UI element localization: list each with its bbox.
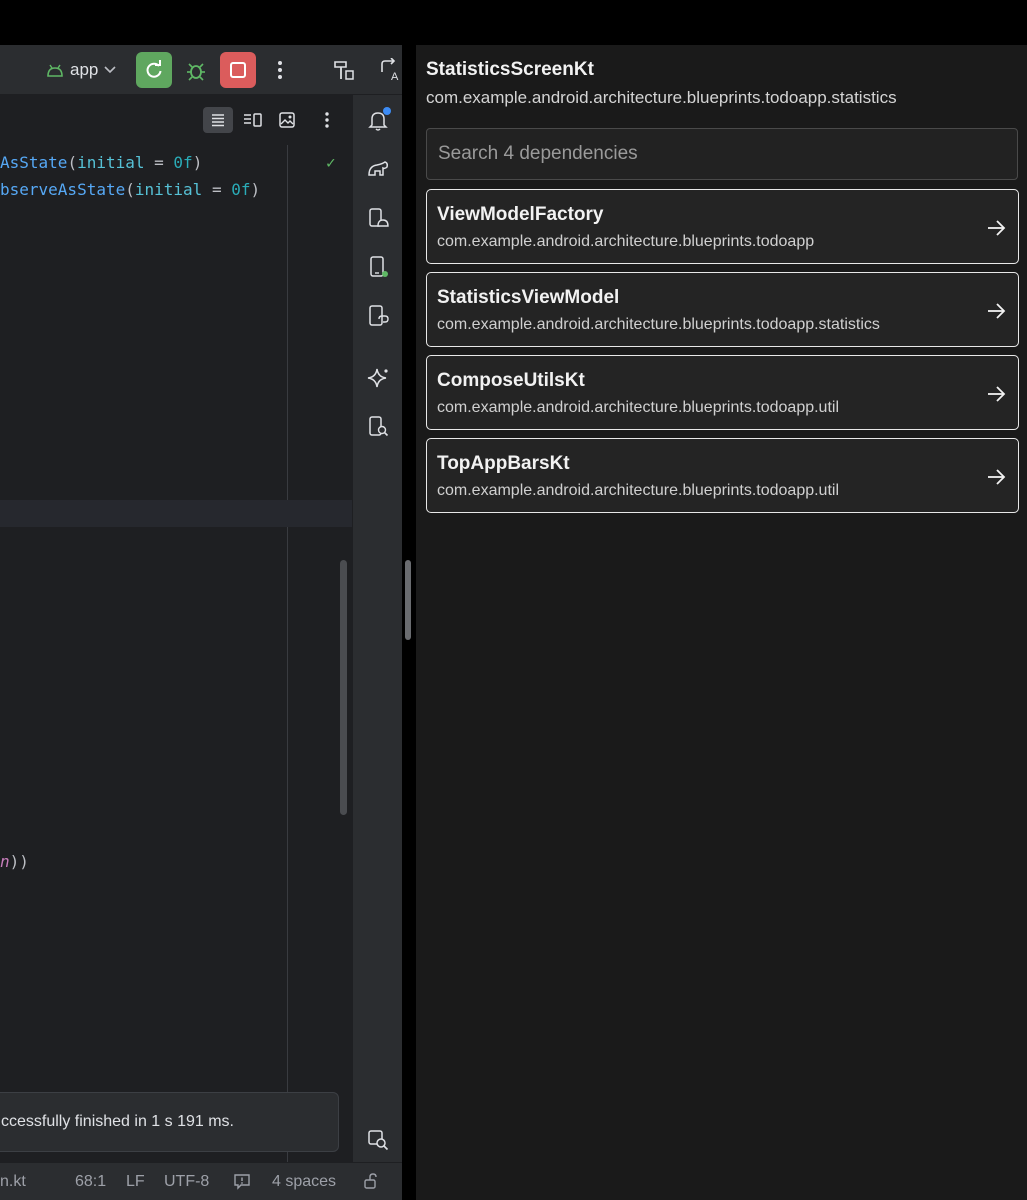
running-device-icon — [370, 256, 388, 277]
notification-text: ccessfully finished in 1 s 191 ms. — [1, 1113, 234, 1130]
dependency-item[interactable]: ViewModelFactory com.example.android.arc… — [426, 189, 1019, 264]
inspect-device-icon — [369, 416, 389, 437]
dependency-item[interactable]: StatisticsViewModel com.example.android.… — [426, 272, 1019, 347]
device-manager-icon — [369, 208, 389, 227]
more-actions-button[interactable] — [262, 52, 298, 88]
status-indent[interactable]: 4 spaces — [272, 1173, 336, 1191]
code-view-button[interactable] — [203, 107, 233, 133]
unread-dot — [383, 107, 391, 115]
no-problems-check-icon: ✓ — [326, 153, 336, 172]
lines-icon — [212, 114, 224, 127]
dependency-search-input[interactable]: Search 4 dependencies — [426, 128, 1018, 180]
running-devices-tool-button[interactable] — [365, 254, 391, 280]
status-line-separator[interactable]: LF — [126, 1173, 145, 1191]
gradle-tool-button[interactable] — [365, 156, 391, 182]
editor-scrollbar[interactable] — [340, 560, 347, 815]
right-margin-guide — [287, 145, 288, 1195]
dependency-package: com.example.android.architecture.bluepri… — [437, 233, 815, 250]
build-button[interactable] — [326, 52, 362, 88]
app-inspection-tool-button[interactable] — [365, 414, 391, 440]
image-icon — [279, 112, 295, 128]
stop-button[interactable] — [220, 52, 256, 88]
notifications-tool-button[interactable] — [365, 107, 391, 133]
code-line: AsState(initial = 0f) — [0, 153, 203, 172]
dependencies-panel: StatisticsScreenKt com.example.android.a… — [416, 45, 1027, 1200]
dependency-name: ViewModelFactory — [437, 204, 604, 225]
window-top-bar — [0, 0, 1027, 45]
split-view-icon — [244, 113, 262, 127]
dependency-name: ComposeUtilsKt — [437, 370, 585, 391]
android-icon — [47, 64, 63, 77]
main-toolbar: app A — [0, 45, 402, 95]
editor-header — [0, 95, 352, 145]
gradle-elephant-icon — [368, 161, 388, 176]
status-bar: n.kt 68:1 LF UTF-8 4 spaces — [0, 1162, 402, 1200]
design-view-button[interactable] — [272, 107, 302, 133]
code-line: bserveAsState(initial = 0f) — [0, 180, 261, 199]
rerun-icon — [146, 60, 162, 78]
hammer-icon — [334, 61, 354, 80]
run-configuration-selector[interactable]: app — [46, 57, 116, 83]
sparkle-icon — [367, 368, 388, 388]
code-line: n)) — [0, 852, 29, 871]
more-vertical-icon — [278, 61, 282, 79]
dependency-package: com.example.android.architecture.bluepri… — [437, 316, 880, 333]
device-link-icon — [369, 305, 389, 326]
debug-button[interactable] — [178, 52, 214, 88]
arrow-right-icon — [988, 386, 1006, 402]
svg-text:A: A — [391, 71, 399, 82]
bug-icon — [187, 63, 205, 81]
status-encoding[interactable]: UTF-8 — [164, 1173, 209, 1191]
lock-icon[interactable] — [362, 1172, 380, 1195]
search-stack-icon — [368, 1130, 389, 1151]
panel-title: StatisticsScreenKt — [426, 59, 594, 80]
apply-changes-button[interactable]: A — [372, 52, 402, 88]
dependency-item[interactable]: TopAppBarsKt com.example.android.archite… — [426, 438, 1019, 513]
status-problems-icon[interactable] — [233, 1172, 251, 1195]
rerun-button[interactable] — [136, 52, 172, 88]
panel-subtitle: com.example.android.architecture.bluepri… — [426, 88, 897, 107]
panel-resize-handle[interactable] — [405, 560, 411, 640]
chevron-down-icon — [104, 66, 116, 74]
stop-icon — [230, 62, 246, 78]
status-file-name[interactable]: n.kt — [0, 1173, 26, 1191]
current-line-highlight — [0, 500, 352, 527]
arrow-right-icon — [988, 469, 1006, 485]
arrow-right-icon — [988, 220, 1006, 236]
dependency-package: com.example.android.architecture.bluepri… — [437, 482, 840, 499]
editor-more-button[interactable] — [312, 107, 342, 133]
dependency-name: TopAppBarsKt — [437, 453, 570, 474]
build-notification[interactable]: ccessfully finished in 1 s 191 ms. — [0, 1092, 339, 1152]
split-view-button[interactable] — [238, 107, 268, 133]
device-manager-tool-button[interactable] — [365, 205, 391, 231]
run-configuration-label: app — [70, 60, 99, 79]
device-mirroring-tool-button[interactable] — [365, 303, 391, 329]
search-device-tool-button[interactable] — [365, 1127, 391, 1153]
apply-changes-icon: A — [381, 58, 399, 82]
right-tool-strip — [352, 95, 402, 1162]
search-placeholder: Search 4 dependencies — [438, 143, 638, 164]
gemini-tool-button[interactable] — [365, 365, 391, 391]
dependency-package: com.example.android.architecture.bluepri… — [437, 399, 840, 416]
code-editor[interactable]: ✓ AsState(initial = 0f) bserveAsState(in… — [0, 145, 352, 1195]
arrow-right-icon — [988, 303, 1006, 319]
more-vertical-icon — [325, 112, 329, 128]
dependency-name: StatisticsViewModel — [437, 287, 620, 308]
dependency-item[interactable]: ComposeUtilsKt com.example.android.archi… — [426, 355, 1019, 430]
status-caret-position[interactable]: 68:1 — [75, 1173, 106, 1191]
ide-window: app A ✓ AsState(initial = 0f) bserveAsSt… — [0, 45, 402, 1200]
